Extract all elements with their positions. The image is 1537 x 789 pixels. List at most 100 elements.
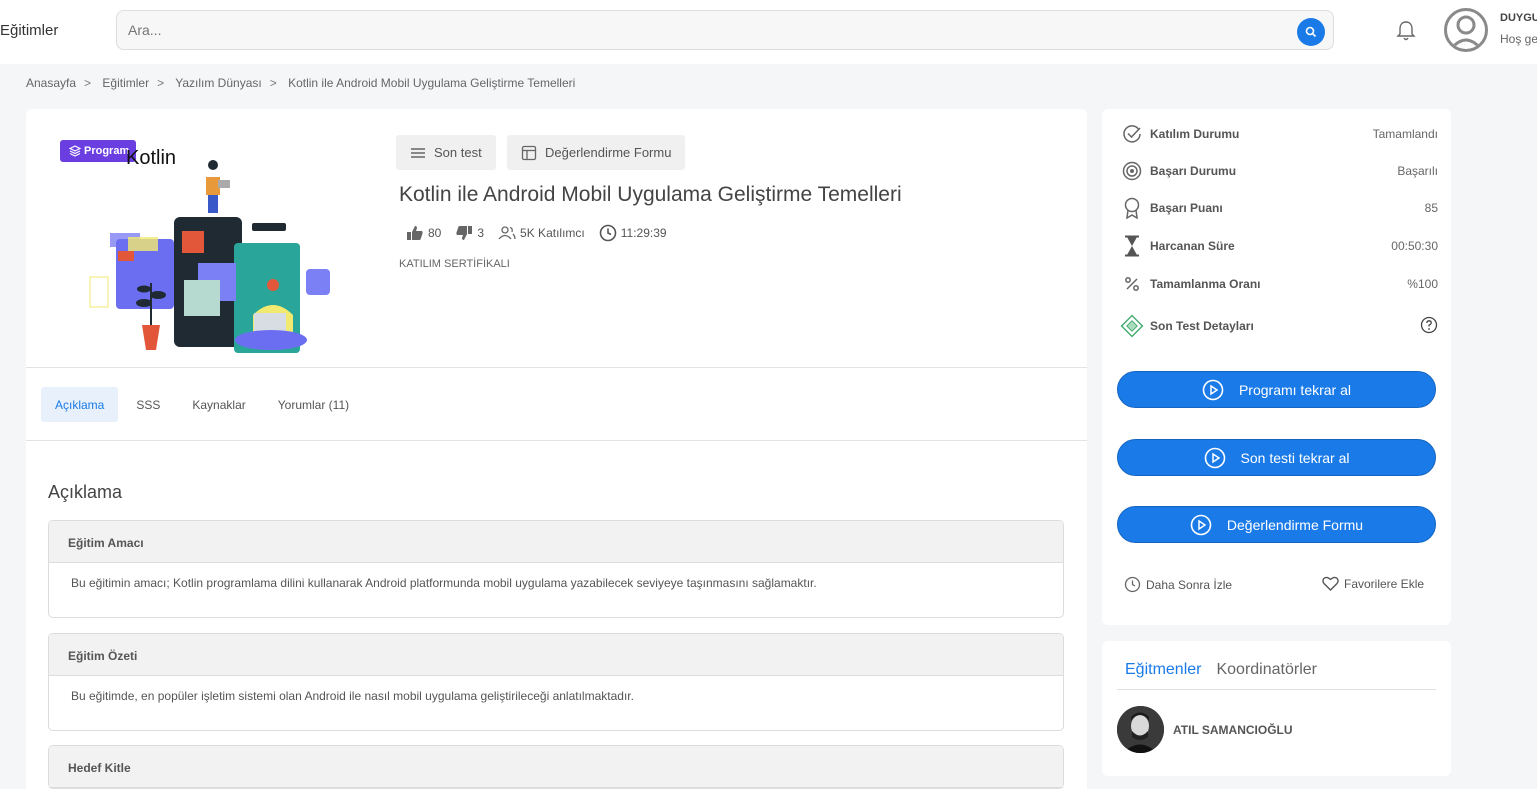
status-card: Katılım Durumu Tamamlandı Başarı Durumu … [1102, 109, 1451, 625]
tab-comments[interactable]: Yorumlar (11) [264, 387, 363, 422]
evaluation-form-label: Değerlendirme Formu [545, 145, 672, 160]
participants: 5K Katılımcı [498, 226, 585, 240]
divider [1117, 689, 1436, 690]
illustration-kotlin-text: Kotlin [126, 147, 177, 169]
accordion-header[interactable]: Hedef Kitle [49, 746, 1063, 788]
status-label: Başarı Durumu [1150, 164, 1237, 178]
instructor-avatar[interactable] [1117, 706, 1164, 753]
award-icon [1124, 197, 1140, 219]
user-avatar[interactable] [1444, 8, 1488, 52]
menu-lines-icon [411, 147, 425, 158]
status-row-participation: Katılım Durumu Tamamlandı [1120, 122, 1438, 146]
status-value: Başarılı [1397, 164, 1438, 178]
description-title: Açıklama [48, 482, 123, 502]
status-row-completion: Tamamlanma Oranı %100 [1120, 272, 1438, 296]
clock-icon [1124, 576, 1141, 593]
participants-count: 5K Katılımcı [520, 226, 585, 240]
evaluation-form-button-label: Değerlendirme Formu [1226, 516, 1364, 533]
last-test-label: Son test [434, 145, 482, 160]
play-circle-icon [1204, 447, 1225, 468]
tab-resources[interactable]: Kaynaklar [178, 387, 259, 422]
breadcrumb-category[interactable]: Yazılım Dünyası [175, 76, 261, 90]
instructor-name[interactable]: ATIL SAMANCIOĞLU [1173, 723, 1293, 737]
status-label: Son Test Detayları [1150, 319, 1254, 333]
divider [26, 367, 1087, 368]
content-tabs: Açıklama SSS Kaynaklar Yorumlar (11) [41, 387, 363, 422]
tab-coordinators[interactable]: Koordinatörler [1216, 661, 1317, 679]
hourglass-icon [1125, 235, 1139, 257]
search-icon [1305, 26, 1317, 38]
evaluation-form-button[interactable]: Değerlendirme Formu [1117, 506, 1436, 543]
search-button[interactable] [1297, 18, 1325, 46]
target-icon [1122, 161, 1142, 181]
course-meta: 80 3 5K Katılımcı 11:29:39 [406, 224, 667, 242]
course-main-card: Program Kotlin Son test Değerlendirme Fo… [26, 109, 1087, 789]
play-circle-icon [1190, 514, 1212, 535]
clock-icon [599, 224, 617, 242]
like-count: 80 [428, 226, 442, 240]
tab-description[interactable]: Açıklama [41, 387, 119, 422]
layers-icon [69, 145, 81, 157]
status-row-success: Başarı Durumu Başarılı [1120, 159, 1438, 183]
user-name[interactable]: DUYGU [1500, 12, 1537, 24]
retake-last-test-button[interactable]: Son testi tekrar al [1117, 439, 1436, 476]
duration-value: 11:29:39 [620, 226, 667, 240]
heart-icon [1322, 576, 1339, 591]
status-label: Harcanan Süre [1150, 239, 1235, 253]
instructors-card: Eğitmenler Koordinatörler ATIL SAMANCIOĞ… [1102, 641, 1451, 776]
last-test-button[interactable]: Son test [396, 135, 496, 170]
status-row-time-spent: Harcanan Süre 00:50:30 [1120, 234, 1438, 258]
check-circle-icon [1123, 125, 1141, 143]
watch-later-link[interactable]: Daha Sonra İzle [1124, 576, 1232, 593]
status-row-test-details[interactable]: Son Test Detayları [1120, 314, 1438, 338]
evaluation-form-chip[interactable]: Değerlendirme Formu [507, 135, 686, 170]
status-label: Tamamlanma Oranı [1150, 277, 1261, 291]
course-title: Kotlin ile Android Mobil Uygulama Gelişt… [399, 183, 902, 206]
thumbs-up-icon [407, 226, 423, 240]
add-favorite-link[interactable]: Favorilere Ekle [1322, 576, 1424, 591]
accordion-body: Bu eğitimde, en popüler işletim sistemi … [71, 689, 634, 703]
thumbs-down-icon [456, 226, 473, 240]
accordion-header[interactable]: Eğitim Özeti [49, 634, 1063, 676]
tab-faq[interactable]: SSS [122, 387, 174, 422]
status-value: %100 [1407, 277, 1438, 291]
notification-bell-icon[interactable] [1396, 20, 1416, 47]
course-duration: 11:29:39 [599, 224, 667, 242]
tab-instructors[interactable]: Eğitmenler [1125, 661, 1201, 679]
help-icon[interactable] [1420, 316, 1438, 337]
status-label: Başarı Puanı [1150, 201, 1223, 215]
status-value: 85 [1424, 201, 1438, 215]
watch-later-label: Daha Sonra İzle [1146, 577, 1233, 592]
like-button[interactable]: 80 [406, 225, 441, 241]
breadcrumb-home[interactable]: Anasayfa [26, 76, 76, 90]
accordion-body: Bu eğitimin amacı; Kotlin programlama di… [71, 576, 817, 590]
brand-link[interactable]: Eğitimler [0, 22, 58, 39]
breadcrumb-current: Kotlin ile Android Mobil Uygulama Gelişt… [288, 76, 576, 90]
dislike-count: 3 [477, 226, 485, 240]
accordion-summary: Eğitim Özeti Bu eğitimde, en popüler işl… [48, 633, 1064, 731]
status-row-score: Başarı Puanı 85 [1120, 196, 1438, 220]
badge-label: Program [84, 145, 130, 157]
users-icon [498, 226, 516, 240]
search-box [116, 10, 1334, 50]
retake-program-label: Programı tekrar al [1238, 381, 1352, 398]
breadcrumb: Anasayfa > Eğitimler > Yazılım Dünyası > Ko… [26, 76, 576, 90]
status-value: Tamamlandı [1372, 127, 1438, 141]
retake-program-button[interactable]: Programı tekrar al [1117, 371, 1436, 408]
dislike-button[interactable]: 3 [455, 225, 484, 241]
instructor-tabs: Eğitmenler Koordinatörler [1125, 661, 1317, 679]
accordion-audience: Hedef Kitle [48, 745, 1064, 789]
retake-last-test-label: Son testi tekrar al [1240, 449, 1350, 466]
add-favorite-label: Favorilere Ekle [1344, 576, 1425, 591]
program-badge: Program [60, 140, 137, 162]
divider [26, 440, 1087, 441]
accordion-header[interactable]: Eğitim Amacı [49, 521, 1063, 563]
search-input[interactable] [128, 22, 1278, 38]
play-circle-icon [1202, 379, 1224, 400]
certificate-label: KATILIM SERTİFİKALI [399, 258, 510, 270]
breadcrumb-trainings[interactable]: Eğitimler [102, 76, 149, 90]
status-label: Katılım Durumu [1150, 127, 1240, 141]
percent-icon [1125, 277, 1139, 291]
top-bar: Eğitimler DUYGU Hoş ge [0, 0, 1537, 64]
accordion-purpose: Eğitim Amacı Bu eğitimin amacı; Kotlin p… [48, 520, 1064, 618]
